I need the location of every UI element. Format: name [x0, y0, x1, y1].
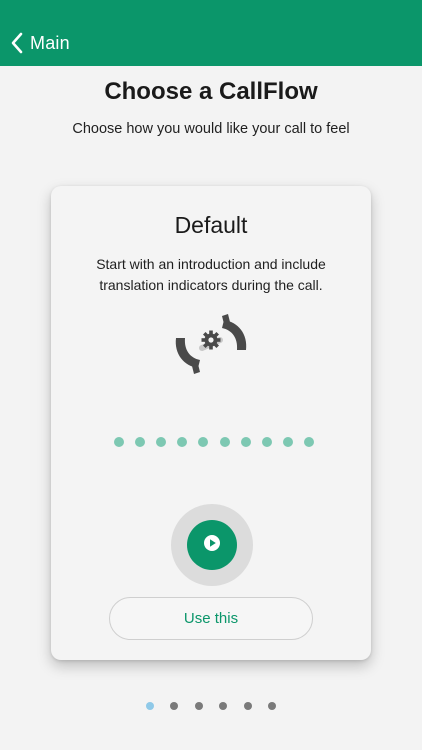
step-dot: [198, 437, 209, 447]
callflow-card: Default Start with an introduction and i…: [51, 186, 371, 660]
chevron-left-icon: [10, 32, 24, 54]
step-dot: [261, 437, 272, 447]
card-title: Default: [174, 212, 248, 238]
page-indicator[interactable]: [146, 702, 276, 710]
page-dot-active[interactable]: [146, 702, 154, 710]
step-dots: [114, 437, 314, 449]
step-dot: [135, 437, 146, 447]
step-dot: [219, 437, 230, 447]
page-dot[interactable]: [194, 702, 203, 710]
step-dot: [114, 437, 124, 447]
step-dot: [282, 437, 293, 447]
play-button-ring: [171, 504, 253, 586]
card-description: Start with an introduction and include t…: [96, 256, 326, 293]
step-dot: [156, 437, 167, 447]
play-icon: [202, 533, 222, 558]
back-label: Main: [30, 32, 70, 53]
page-dot[interactable]: [243, 702, 252, 710]
page-title: Choose a CallFlow: [104, 78, 318, 105]
page-dot[interactable]: [219, 702, 228, 710]
step-dot: [240, 437, 251, 447]
page-dot[interactable]: [267, 702, 276, 710]
nav-bar: Main: [0, 0, 422, 66]
play-button[interactable]: [187, 520, 237, 570]
step-dot: [177, 437, 188, 447]
step-dot: [303, 437, 314, 447]
page-dot[interactable]: [170, 702, 179, 710]
use-this-button[interactable]: Use this: [109, 597, 313, 640]
callflow-settings-icon: [172, 312, 250, 376]
page-subtitle: Choose how you would like your call to f…: [72, 121, 350, 137]
back-button[interactable]: Main: [10, 28, 70, 58]
